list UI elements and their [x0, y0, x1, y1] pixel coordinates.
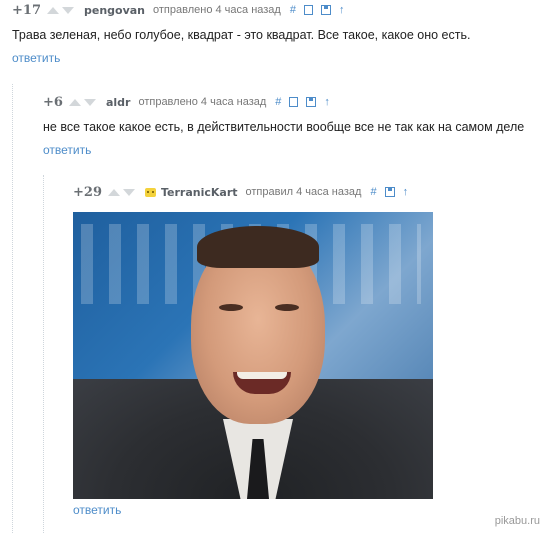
reply-link[interactable]: ответить: [73, 503, 121, 517]
comment-link-icon[interactable]: #: [290, 4, 296, 16]
photo-eye: [275, 304, 299, 311]
comment-image[interactable]: [73, 212, 433, 499]
square-icon[interactable]: [303, 5, 313, 15]
photo-eye: [219, 304, 243, 311]
comment-link-icon[interactable]: #: [275, 96, 281, 108]
parent-arrow-icon[interactable]: ↑: [324, 96, 330, 108]
square-icon[interactable]: [289, 97, 299, 107]
save-icon[interactable]: [384, 187, 395, 197]
comment: +17 pengovan отправлено 4 часа назад # ↑…: [12, 0, 546, 67]
site-watermark: pikabu.ru: [494, 515, 540, 527]
thread-line: [12, 84, 13, 533]
comment: +29 TerranicKart отправил 4 часа назад #…: [73, 182, 546, 202]
comment-timestamp: отправлено 4 часа назад: [153, 4, 281, 16]
comment-rating: +17: [12, 2, 41, 18]
upvote-arrow-icon[interactable]: [68, 98, 81, 106]
comment-rating: +29: [73, 184, 102, 200]
comment-author[interactable]: aldr: [106, 96, 131, 109]
save-icon[interactable]: [320, 5, 331, 15]
comment: +6 aldr отправлено 4 часа назад # ↑ не в…: [43, 92, 546, 159]
comment-header: +17 pengovan отправлено 4 часа назад # ↑: [12, 0, 546, 20]
reply-link[interactable]: ответить: [43, 143, 91, 157]
upvote-arrow-icon[interactable]: [46, 6, 59, 14]
save-icon[interactable]: [306, 97, 317, 107]
photo-hair: [197, 226, 319, 268]
comment-header: +6 aldr отправлено 4 часа назад # ↑: [43, 92, 546, 112]
comment-text: Трава зеленая, небо голубое, квадрат - э…: [12, 28, 471, 42]
comment-author[interactable]: TerranicKart: [161, 186, 238, 199]
comment-link-icon[interactable]: #: [370, 186, 376, 198]
downvote-arrow-icon[interactable]: [83, 98, 96, 106]
upvote-arrow-icon[interactable]: [107, 188, 120, 196]
comment-header: +29 TerranicKart отправил 4 часа назад #…: [73, 182, 546, 202]
comment-rating: +6: [43, 94, 63, 110]
downvote-arrow-icon[interactable]: [122, 188, 135, 196]
parent-arrow-icon[interactable]: ↑: [339, 4, 345, 16]
comment-author[interactable]: pengovan: [84, 4, 145, 17]
parent-arrow-icon[interactable]: ↑: [403, 186, 409, 198]
comment-text: не все такое какое есть, в действительно…: [43, 120, 525, 134]
comment-timestamp: отправил 4 часа назад: [245, 186, 362, 198]
reply-link[interactable]: ответить: [12, 51, 60, 65]
user-badge-icon: [144, 187, 156, 197]
thread-line: [43, 175, 44, 533]
downvote-arrow-icon[interactable]: [61, 6, 74, 14]
photo-teeth: [237, 372, 287, 379]
comment-timestamp: отправлено 4 часа назад: [138, 96, 267, 108]
